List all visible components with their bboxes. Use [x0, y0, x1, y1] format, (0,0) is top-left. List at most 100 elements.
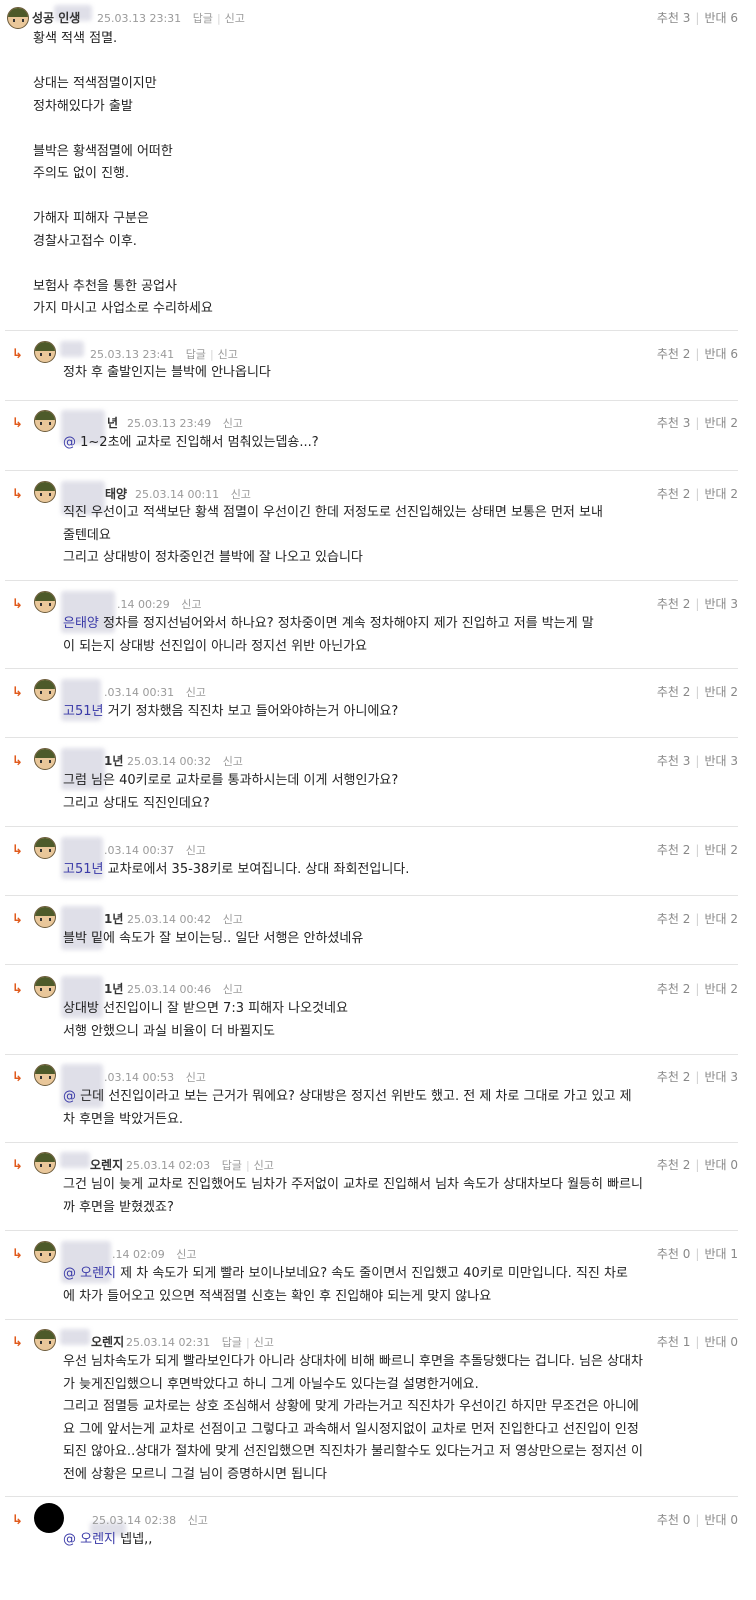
vote-counts: 추천 1 | 반대 0: [657, 1333, 738, 1350]
comment-text: 황색 적색 점멸.: [33, 31, 118, 46]
comment-line: [33, 186, 738, 209]
report-link[interactable]: 신고: [218, 348, 238, 361]
comment-meta: .14 00:29 신고: [117, 596, 201, 612]
report-link[interactable]: 신고: [225, 12, 245, 25]
comment-line: 그럼 님은 40키로로 교차로를 통과하시는데 이게 서행인가요?: [63, 770, 738, 793]
report-link[interactable]: 신고: [223, 417, 243, 430]
report-link[interactable]: 신고: [254, 1336, 274, 1349]
downvote-button[interactable]: 반대 1: [704, 1247, 738, 1261]
report-link[interactable]: 신고: [181, 598, 201, 611]
mention-link[interactable]: 은태양: [63, 616, 103, 631]
vote-separator: |: [695, 1247, 700, 1261]
upvote-button[interactable]: 추천 3: [657, 754, 691, 768]
comment-author[interactable]: 태양: [105, 485, 127, 502]
downvote-button[interactable]: 반대 6: [704, 11, 738, 25]
report-link[interactable]: 신고: [223, 913, 243, 926]
downvote-button[interactable]: 반대 2: [704, 685, 738, 699]
comment-author[interactable]: 1년: [104, 910, 123, 927]
comment-text: 정차 후 출발인지는 블박에 안나옵니다: [63, 365, 271, 380]
report-link[interactable]: 신고: [223, 983, 243, 996]
avatar[interactable]: [34, 481, 56, 503]
reply-link[interactable]: 답글: [186, 348, 206, 361]
avatar[interactable]: [34, 1329, 56, 1351]
comment-meta: 25.03.13 23:49 신고: [127, 415, 243, 431]
comment-meta: 25.03.14 00:42 신고: [127, 911, 243, 927]
report-link[interactable]: 신고: [223, 755, 243, 768]
comment-author[interactable]: 성공 인생: [32, 9, 80, 26]
reply-link[interactable]: 답글: [193, 12, 213, 25]
downvote-button[interactable]: 반대 3: [704, 1070, 738, 1084]
upvote-button[interactable]: 추천 2: [657, 982, 691, 996]
upvote-button[interactable]: 추천 2: [657, 347, 691, 361]
comment-text: 차 후면을 박았거든요.: [63, 1111, 184, 1127]
upvote-button[interactable]: 추천 1: [657, 1335, 691, 1349]
comment-meta: .14 02:09 신고: [112, 1246, 196, 1262]
upvote-button[interactable]: 추천 2: [657, 912, 691, 926]
downvote-button[interactable]: 반대 2: [704, 982, 738, 996]
comment-text: 서행 안했으니 과실 비율이 더 바뀔지도: [63, 1023, 276, 1039]
upvote-button[interactable]: 추천 3: [657, 416, 691, 430]
meta-separator: [215, 983, 219, 996]
reply-link[interactable]: 답글: [222, 1159, 242, 1172]
reply-arrow-icon: ↳: [12, 912, 23, 927]
report-link[interactable]: 신고: [186, 1071, 206, 1084]
downvote-button[interactable]: 반대 0: [704, 1513, 738, 1527]
avatar[interactable]: [34, 837, 56, 859]
avatar[interactable]: [34, 1064, 56, 1086]
comment-author[interactable]: 오렌지: [91, 1333, 124, 1350]
reply-link[interactable]: 답글: [222, 1336, 242, 1349]
avatar[interactable]: [34, 906, 56, 928]
upvote-button[interactable]: 추천 2: [657, 685, 691, 699]
downvote-button[interactable]: 반대 2: [704, 416, 738, 430]
upvote-button[interactable]: 추천 2: [657, 597, 691, 611]
comment-line: @ 1~2초에 교차로 진입해서 멈춰있는뎁숑...?: [63, 432, 738, 455]
downvote-button[interactable]: 반대 6: [704, 347, 738, 361]
avatar[interactable]: [34, 976, 56, 998]
comment-line: 블박 밑에 속도가 잘 보이는딩.. 일단 서행은 안하셨네유: [63, 928, 738, 951]
reply-arrow-icon: ↳: [12, 1513, 23, 1528]
avatar[interactable]: [7, 7, 29, 29]
mention-link[interactable]: @: [63, 1089, 80, 1104]
upvote-button[interactable]: 추천 2: [657, 487, 691, 501]
downvote-button[interactable]: 반대 0: [704, 1158, 738, 1172]
downvote-button[interactable]: 반대 2: [704, 843, 738, 857]
comment-author[interactable]: 오렌지: [90, 1156, 123, 1173]
report-link[interactable]: 신고: [231, 488, 251, 501]
comment-body: 상대방 선진입이니 잘 받으면 7:3 피해자 나오것네요 서행 안했으니 과실 …: [63, 998, 738, 1043]
avatar[interactable]: [34, 410, 56, 432]
avatar[interactable]: [34, 1152, 56, 1174]
downvote-button[interactable]: 반대 2: [704, 912, 738, 926]
mention-link[interactable]: @ 오렌지: [63, 1532, 120, 1547]
avatar[interactable]: [34, 341, 56, 363]
upvote-button[interactable]: 추천 0: [657, 1513, 691, 1527]
avatar[interactable]: [34, 679, 56, 701]
report-link[interactable]: 신고: [186, 844, 206, 857]
upvote-button[interactable]: 추천 2: [657, 1070, 691, 1084]
upvote-button[interactable]: 추천 2: [657, 843, 691, 857]
comment-author[interactable]: 1년: [104, 752, 123, 769]
avatar[interactable]: [34, 591, 56, 613]
avatar[interactable]: [34, 1241, 56, 1263]
downvote-button[interactable]: 반대 2: [704, 487, 738, 501]
avatar[interactable]: [34, 1503, 64, 1533]
upvote-button[interactable]: 추천 3: [657, 11, 691, 25]
downvote-button[interactable]: 반대 0: [704, 1335, 738, 1349]
mention-link[interactable]: 고51년: [63, 704, 108, 719]
mention-link[interactable]: @ 오렌지: [63, 1266, 120, 1281]
report-link[interactable]: 신고: [254, 1159, 274, 1172]
comment-line: 그리고 점멸등 교차로는 상호 조심해서 상황에 맞게 가라는거고 직진차가 우…: [63, 1396, 738, 1419]
report-link[interactable]: 신고: [186, 686, 206, 699]
avatar[interactable]: [34, 748, 56, 770]
mention-link[interactable]: @: [63, 435, 80, 450]
comment-author[interactable]: 1년: [104, 980, 123, 997]
comment-author[interactable]: 년: [107, 414, 118, 431]
upvote-button[interactable]: 추천 0: [657, 1247, 691, 1261]
downvote-button[interactable]: 반대 3: [704, 754, 738, 768]
downvote-button[interactable]: 반대 3: [704, 597, 738, 611]
comment-text: 그건 님이 늦게 교차로 진입했어도 님차가 주저없이 교차로 진입해서 님차 …: [63, 1177, 643, 1192]
report-link[interactable]: 신고: [188, 1514, 208, 1527]
mention-link[interactable]: 고51년: [63, 862, 108, 877]
comment-body: 황색 적색 점멸. 상대는 적색점멸이지만 정차해있다가 출발 블박은 황색점멸에 어…: [33, 28, 738, 321]
report-link[interactable]: 신고: [176, 1248, 196, 1261]
upvote-button[interactable]: 추천 2: [657, 1158, 691, 1172]
